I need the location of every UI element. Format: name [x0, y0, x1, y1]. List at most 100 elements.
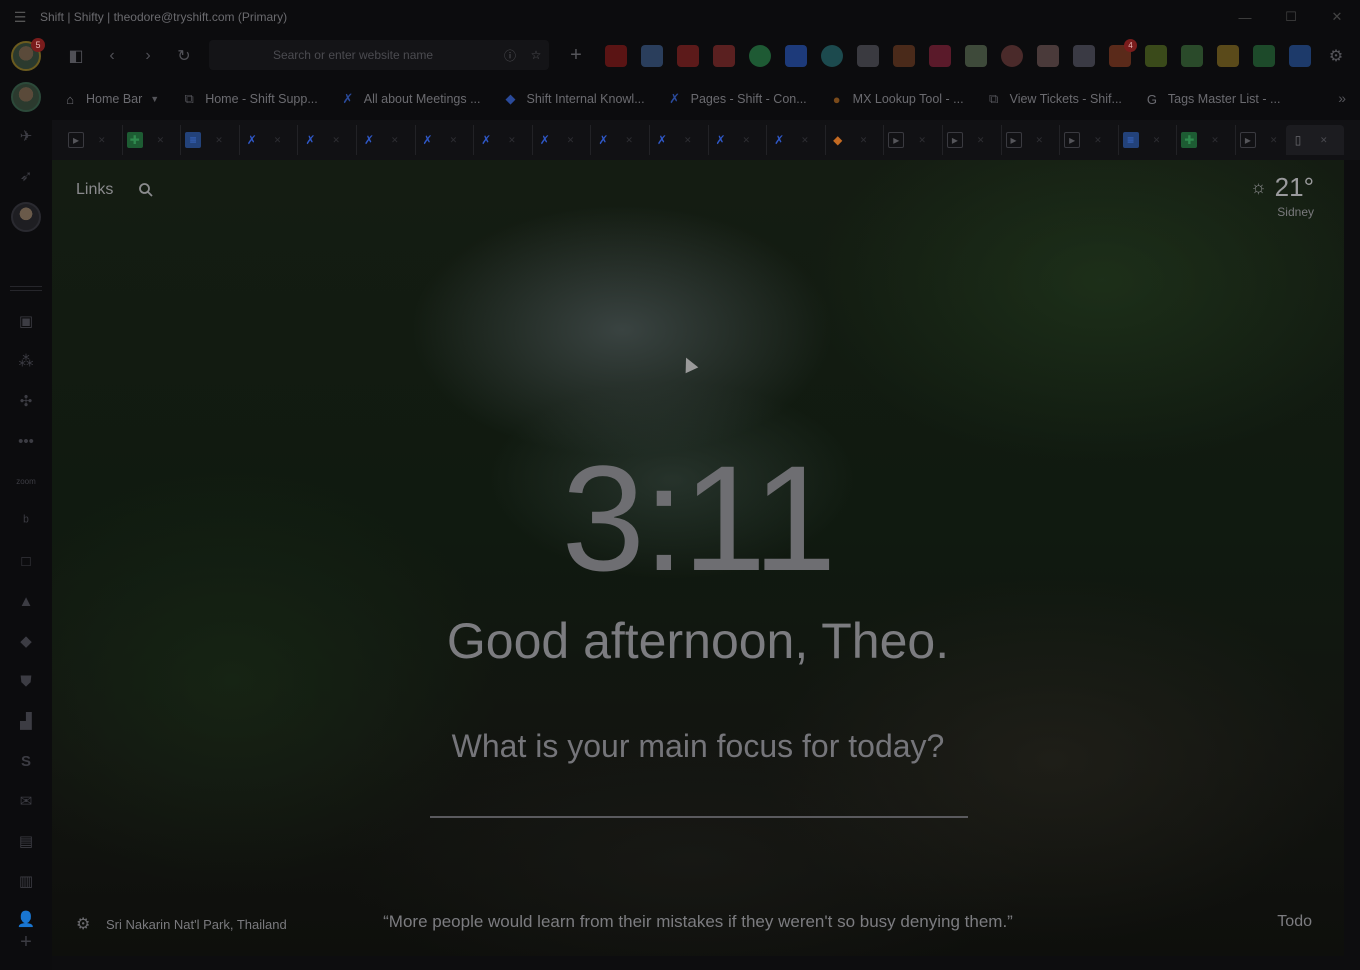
- extension-icon[interactable]: [677, 45, 699, 67]
- diamond-app-icon[interactable]: ◆: [14, 631, 38, 651]
- reload-icon[interactable]: ↻: [166, 41, 202, 71]
- s-app-icon[interactable]: S: [14, 751, 38, 771]
- sidebar-toggle-icon[interactable]: ◧: [58, 41, 94, 71]
- tab-confluence[interactable]: ✗ ✕: [416, 125, 475, 155]
- bookmark-item[interactable]: G Tags Master List - ...: [1144, 84, 1281, 114]
- tab-sheets[interactable]: ✚ ✕: [1177, 125, 1236, 155]
- extension-icon[interactable]: [893, 45, 915, 67]
- tab-confluence[interactable]: ✗ ✕: [767, 125, 826, 155]
- tab-confluence[interactable]: ✗ ✕: [474, 125, 533, 155]
- close-tab-icon[interactable]: ✕: [1320, 135, 1328, 146]
- close-tab-icon[interactable]: ✕: [860, 135, 868, 146]
- zoom-app-icon[interactable]: zoom: [10, 477, 42, 486]
- close-tab-icon[interactable]: ✕: [801, 135, 809, 146]
- bookmark-item[interactable]: ✗ All about Meetings ...: [340, 84, 480, 114]
- weather-widget[interactable]: ☼ 21° Sidney: [1250, 172, 1314, 219]
- extension-icon[interactable]: [713, 45, 735, 67]
- tab-confluence[interactable]: ✗ ✕: [709, 125, 768, 155]
- drive-extension-icon[interactable]: [1181, 45, 1203, 67]
- docs-extension-icon[interactable]: [1289, 45, 1311, 67]
- bookmark-item[interactable]: ◆ Shift Internal Knowl...: [503, 84, 645, 114]
- hubspot-app-icon[interactable]: ᵇ: [14, 511, 38, 531]
- analytics-app-icon[interactable]: ▟: [14, 711, 38, 731]
- close-tab-icon[interactable]: ✕: [625, 135, 633, 146]
- close-tab-icon[interactable]: ✕: [743, 135, 751, 146]
- tab-zendesk[interactable]: ▸ ✕: [884, 125, 943, 155]
- extension-icon[interactable]: [1217, 45, 1239, 67]
- extension-icon[interactable]: [641, 45, 663, 67]
- notes-app-icon[interactable]: ▥: [14, 871, 38, 891]
- bookmark-item[interactable]: ✗ Pages - Shift - Con...: [667, 84, 806, 114]
- profile-avatar[interactable]: [11, 202, 41, 232]
- extension-icon[interactable]: [1001, 45, 1023, 67]
- close-tab-icon[interactable]: ✕: [450, 135, 458, 146]
- close-icon[interactable]: ✕: [1314, 0, 1360, 34]
- mail-app-icon[interactable]: ✉: [14, 791, 38, 811]
- gear-icon[interactable]: ⚙: [1324, 44, 1348, 68]
- maximize-icon[interactable]: ☐: [1268, 0, 1314, 34]
- account-avatar-secondary[interactable]: [11, 82, 41, 112]
- bookmark-item[interactable]: ⧉ Home - Shift Supp...: [181, 84, 318, 114]
- tab-sheets[interactable]: ✚ ✕: [123, 125, 182, 155]
- close-tab-icon[interactable]: ✕: [98, 135, 106, 146]
- square-app-icon[interactable]: □: [14, 551, 38, 571]
- extension-icon[interactable]: [857, 45, 879, 67]
- close-tab-icon[interactable]: ✕: [567, 135, 575, 146]
- gmail-extension-icon[interactable]: 4: [1109, 39, 1137, 67]
- close-tab-icon[interactable]: ✕: [332, 135, 340, 146]
- person-icon[interactable]: 👤: [14, 909, 38, 929]
- bookmark-item[interactable]: ● MX Lookup Tool - ...: [829, 84, 964, 114]
- close-tab-icon[interactable]: ✕: [391, 135, 399, 146]
- pin-icon[interactable]: ✈: [14, 126, 38, 146]
- document-app-icon[interactable]: ▤: [14, 831, 38, 851]
- tab-confluence[interactable]: ✗ ✕: [298, 125, 357, 155]
- shield-app-icon[interactable]: ⛊: [14, 671, 38, 691]
- extension-icon[interactable]: [785, 45, 807, 67]
- slack-app-icon[interactable]: ✣: [14, 391, 38, 411]
- close-tab-icon[interactable]: ✕: [1094, 135, 1102, 146]
- close-tab-icon[interactable]: ✕: [918, 135, 926, 146]
- more-bookmarks-icon[interactable]: »: [1338, 90, 1346, 106]
- extension-icon[interactable]: [965, 45, 987, 67]
- tab-zendesk[interactable]: ▸ ✕: [943, 125, 1002, 155]
- close-tab-icon[interactable]: ✕: [1270, 135, 1278, 146]
- close-tab-icon[interactable]: ✕: [1211, 135, 1219, 146]
- extension-icon[interactable]: [1073, 45, 1095, 67]
- tab-zendesk[interactable]: ▸ ✕: [1002, 125, 1061, 155]
- links-button[interactable]: Links: [76, 181, 113, 199]
- gear-icon[interactable]: ⚙: [76, 914, 94, 933]
- close-tab-icon[interactable]: ✕: [1153, 135, 1161, 146]
- tab-docs[interactable]: ≡ ✕: [1119, 125, 1178, 155]
- extension-icon[interactable]: [1145, 45, 1167, 67]
- close-tab-icon[interactable]: ✕: [508, 135, 516, 146]
- close-tab-icon[interactable]: ✕: [215, 135, 223, 146]
- tab-confluence[interactable]: ✗ ✕: [591, 125, 650, 155]
- forward-icon[interactable]: ›: [130, 41, 166, 71]
- bookmark-home-bar[interactable]: ⌂ Home Bar ▼: [62, 84, 159, 114]
- add-app-icon[interactable]: +: [14, 931, 38, 953]
- dots-app-icon[interactable]: •••: [14, 431, 38, 451]
- back-icon[interactable]: ‹: [94, 41, 130, 71]
- todo-button[interactable]: Todo: [1277, 913, 1312, 931]
- extension-icon[interactable]: [1037, 45, 1059, 67]
- search-icon[interactable]: [138, 182, 154, 198]
- search-input[interactable]: [209, 48, 497, 62]
- tab-confluence[interactable]: ✗ ✕: [533, 125, 592, 155]
- calendar-app-icon[interactable]: ▣: [14, 311, 38, 331]
- drive-app-icon[interactable]: ▲: [14, 591, 38, 611]
- info-icon[interactable]: ⓘ: [497, 47, 523, 64]
- new-tab-icon[interactable]: +: [562, 41, 590, 69]
- close-tab-icon[interactable]: ✕: [684, 135, 692, 146]
- extension-icon[interactable]: [929, 45, 951, 67]
- tab-zendesk[interactable]: ▸ ✕: [64, 125, 123, 155]
- tab-confluence[interactable]: ✗ ✕: [650, 125, 709, 155]
- tab-gitlab[interactable]: ◆ ✕: [826, 125, 885, 155]
- rocket-icon[interactable]: ➶: [14, 166, 38, 186]
- bookmark-star-icon[interactable]: ☆: [523, 48, 549, 62]
- close-tab-icon[interactable]: ✕: [1036, 135, 1044, 146]
- bookmark-item[interactable]: ⧉ View Tickets - Shif...: [986, 84, 1122, 114]
- hamburger-menu-icon[interactable]: ☰: [0, 9, 40, 26]
- minimize-icon[interactable]: —: [1222, 0, 1268, 34]
- tab-zendesk[interactable]: ▸ ✕: [1060, 125, 1119, 155]
- close-tab-icon[interactable]: ✕: [274, 135, 282, 146]
